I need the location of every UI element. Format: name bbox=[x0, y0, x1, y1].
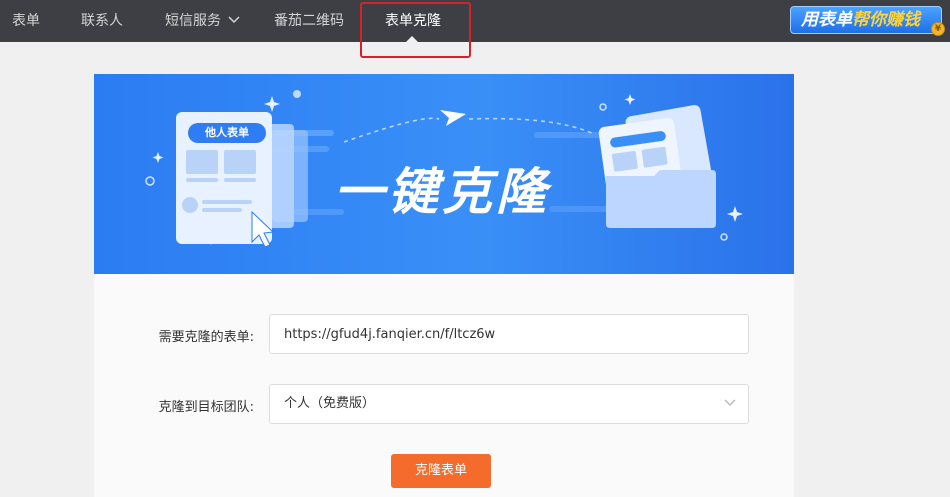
nav-item-sms-service[interactable]: 短信服务 bbox=[165, 0, 240, 42]
nav-item-label: 短信服务 bbox=[165, 13, 221, 29]
chevron-down-icon bbox=[724, 399, 736, 406]
clone-banner: 他人表单 一键克隆 bbox=[94, 74, 794, 274]
promo-text-1: 用表单 bbox=[801, 10, 852, 30]
promo-banner[interactable]: 用表单帮你赚钱 ¥ bbox=[790, 6, 945, 36]
coin-icon: ¥ bbox=[931, 22, 945, 36]
nav-item-contacts[interactable]: 联系人 bbox=[81, 0, 123, 42]
active-caret bbox=[405, 36, 419, 43]
target-team-select[interactable]: 个人（免费版） bbox=[269, 384, 749, 424]
top-nav: 表单 联系人 短信服务 番茄二维码 表单克隆 用表单帮你赚钱 ¥ bbox=[0, 0, 950, 43]
nav-item-label: 番茄二维码 bbox=[274, 13, 344, 29]
nav-item-label: 表单克隆 bbox=[385, 13, 441, 29]
source-form-label: 需要克隆的表单: bbox=[158, 330, 254, 345]
banner-title: 一键克隆 bbox=[334, 163, 550, 221]
clone-form-button[interactable]: 克隆表单 bbox=[391, 454, 491, 488]
promo-text-2: 帮你赚钱 bbox=[852, 10, 920, 30]
nav-item-forms[interactable]: 表单 bbox=[12, 0, 40, 42]
nav-item-label: 联系人 bbox=[81, 13, 123, 29]
source-form-input[interactable] bbox=[269, 314, 749, 354]
nav-item-qrcode[interactable]: 番茄二维码 bbox=[274, 0, 344, 42]
target-team-value: 个人（免费版） bbox=[284, 396, 376, 411]
clone-card: 他人表单 一键克隆 需要克隆的表单: 克隆到目标团队: 个人（免费版） 克隆表单 bbox=[94, 74, 794, 497]
doc-tag: 他人表单 bbox=[188, 123, 266, 143]
nav-item-label: 表单 bbox=[12, 13, 40, 29]
target-team-label: 克隆到目标团队: bbox=[158, 400, 254, 415]
chevron-down-icon bbox=[228, 16, 240, 24]
